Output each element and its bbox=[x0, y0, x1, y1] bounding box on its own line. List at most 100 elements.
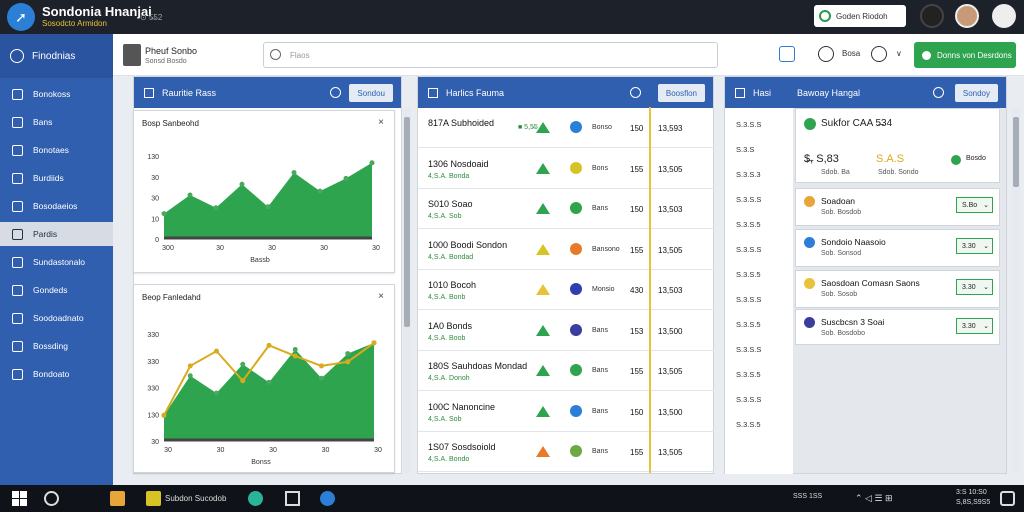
avatar-user[interactable] bbox=[955, 4, 979, 28]
y-tick-label: 30 bbox=[151, 175, 159, 182]
trend-icon bbox=[536, 203, 550, 214]
chevron-down-icon: ⌄ bbox=[983, 323, 989, 330]
sidebar-item[interactable]: Bosodaeios bbox=[0, 194, 113, 218]
table-row[interactable]: S010 Soao 4,S.A. Sob Bans 150 13,503 bbox=[418, 189, 714, 229]
list-item[interactable]: S.3.S bbox=[736, 145, 754, 154]
app-title: Sondonia Hnanjai bbox=[42, 4, 152, 19]
trend-icon bbox=[536, 162, 550, 174]
card-select[interactable]: 3.30 ⌄ bbox=[956, 318, 993, 334]
list-item[interactable]: S.3.S.5 bbox=[736, 270, 761, 279]
table-row[interactable]: 1010 Bocoh 4,S.A. Bonb Monsio 430 13,503 bbox=[418, 270, 714, 310]
document-icon[interactable] bbox=[285, 491, 300, 506]
sidebar-item[interactable]: Bonotaes bbox=[0, 138, 113, 162]
card-select[interactable]: S.Bo ⌄ bbox=[956, 197, 993, 213]
table-row[interactable]: 1A0 Bonds 4,S.A. Boob Bans 153 13,500 bbox=[418, 311, 714, 351]
list-item[interactable]: S.3.S.5 bbox=[736, 220, 761, 229]
chart-panel-button[interactable]: Sondou bbox=[349, 84, 393, 102]
card-select[interactable]: 3.30 ⌄ bbox=[956, 238, 993, 254]
search-input[interactable]: Flaos bbox=[263, 42, 718, 68]
x-axis-label: Bassb bbox=[250, 257, 270, 264]
table-row[interactable]: 1S07 Sosdsoiold 4,S.A. Bondo Bans 155 13,505 bbox=[418, 432, 714, 472]
sidebar-item[interactable]: Sundastonalo bbox=[0, 250, 113, 274]
sidebar-item[interactable]: Bonokoss bbox=[0, 82, 113, 106]
list-item[interactable]: S.3.S.5 bbox=[736, 420, 761, 429]
sidebar-item[interactable]: Bossding bbox=[0, 334, 113, 358]
y-tick-label: 330 bbox=[147, 332, 159, 339]
top-action-button[interactable]: Goden Riodoh bbox=[814, 5, 906, 27]
sidebar-item[interactable]: Soodoadnato bbox=[0, 306, 113, 330]
list-item[interactable]: S.3.S.5 bbox=[736, 320, 761, 329]
list-item[interactable]: S.3.S.S bbox=[736, 395, 761, 404]
settings-gear-icon[interactable] bbox=[992, 4, 1016, 28]
list-item[interactable]: S.3.S.S bbox=[736, 245, 761, 254]
clock-icon[interactable] bbox=[933, 87, 944, 98]
scrollbar-thumb[interactable] bbox=[404, 117, 410, 327]
status-icon bbox=[570, 242, 582, 255]
row-name: 1A0 Bonds bbox=[428, 320, 473, 331]
panel1-scrollbar[interactable] bbox=[403, 107, 411, 473]
clock-icon[interactable] bbox=[330, 87, 341, 98]
table-row[interactable]: 1000 Boodi Sondon 4,S.A. Bondad Bansono 155… bbox=[418, 230, 714, 270]
data-point bbox=[371, 340, 377, 346]
card-title: Saosdoan Comasn Saons bbox=[821, 278, 920, 288]
primary-action-button[interactable]: Donns von Desrdons bbox=[914, 42, 1016, 68]
globe-icon[interactable] bbox=[320, 491, 335, 506]
detail-card[interactable]: Sondoio Naasoio Sob. Sonsod 3.30 ⌄ bbox=[795, 229, 1000, 267]
chevron-down-icon[interactable]: ∨ bbox=[896, 49, 902, 58]
chart-2-svg: 330 330 330 130 30 30 30 30 30 30 Bonss bbox=[147, 332, 382, 466]
data-point bbox=[240, 361, 246, 367]
detail-card[interactable]: Soadoan Sob. Bosdob S.Bo ⌄ bbox=[795, 188, 1000, 226]
trend-icon bbox=[536, 122, 550, 133]
list-item[interactable]: S.3.S.5 bbox=[736, 370, 761, 379]
x-tick-label: 300 bbox=[162, 245, 174, 252]
sidebar-item[interactable]: Bans bbox=[0, 110, 113, 134]
detail-card[interactable]: Saosdoan Comasn Saons Sob. Sosob 3.30 ⌄ bbox=[795, 270, 1000, 308]
notification-icon[interactable] bbox=[1000, 491, 1015, 506]
start-icon[interactable] bbox=[12, 491, 27, 506]
list-item[interactable]: S.3.S.S bbox=[736, 345, 761, 354]
table-row[interactable]: 180S Sauhdoas Mondad 4,S.A. Donoh Bans 155 1… bbox=[418, 351, 714, 391]
table-row[interactable]: 1306 Nosdoaid 4,S.A. Bonda Bons 155 13,505 bbox=[418, 149, 714, 189]
tray-label: SSS 1SS bbox=[793, 493, 823, 500]
list-item[interactable]: S.3.S.S bbox=[736, 295, 761, 304]
data-point bbox=[266, 379, 272, 385]
item-icon bbox=[804, 196, 815, 207]
list-panel-header: Harlics Fauma Boosflon bbox=[418, 77, 713, 108]
sidebar-item-label: Bonokoss bbox=[33, 89, 71, 99]
list-item[interactable]: S.3.S.S bbox=[736, 195, 761, 204]
browser-icon[interactable] bbox=[248, 491, 263, 506]
table-row[interactable]: 817A Subhoided ■ 5,5̶5 Bonso 150 13,593 bbox=[418, 108, 714, 148]
detail-card[interactable]: Suscbcsn 3 Soai Sob. Bosdobo 3.30 ⌄ bbox=[795, 309, 1000, 345]
detail-panel-button[interactable]: Sondoy bbox=[954, 84, 998, 102]
sidebar-item[interactable]: Bondoato bbox=[0, 362, 113, 386]
sidebar-item[interactable]: Pardis bbox=[0, 222, 113, 246]
list-item[interactable]: S.3.S.3 bbox=[736, 170, 761, 179]
avatar-dark[interactable] bbox=[920, 4, 944, 28]
data-point bbox=[161, 412, 167, 418]
app-icon[interactable] bbox=[146, 491, 161, 506]
sidebar-item-label: Bondoato bbox=[33, 369, 70, 379]
table-row[interactable]: 100C Nanoncine 4,S.A. Sob Bans 150 13,500 bbox=[418, 392, 714, 432]
area-series bbox=[164, 162, 372, 238]
row-number: 155 bbox=[630, 245, 644, 255]
filter-icon[interactable] bbox=[871, 46, 887, 62]
taskbar-item-label[interactable]: Subdon Sucodob bbox=[165, 494, 226, 503]
row-name: 1010 Bocoh bbox=[428, 280, 477, 290]
scrollbar-thumb[interactable] bbox=[1013, 117, 1019, 187]
row-number: 155 bbox=[630, 367, 644, 376]
clock-icon[interactable] bbox=[818, 46, 834, 62]
chart-1-svg: 130 30 30 10 0300 30 30 30 30 Bassb bbox=[147, 154, 380, 264]
sidebar-item[interactable]: Gondeds bbox=[0, 278, 113, 302]
refresh-icon[interactable] bbox=[779, 46, 795, 62]
card-select[interactable]: 3.30 ⌄ bbox=[956, 279, 993, 295]
list-panel-button[interactable]: Boosflon bbox=[657, 84, 705, 102]
clock-icon[interactable] bbox=[630, 87, 641, 98]
sidebar-item[interactable]: Burdiids bbox=[0, 166, 113, 190]
sidebar-header[interactable]: Finodnias bbox=[0, 34, 113, 78]
folder-icon[interactable] bbox=[110, 491, 125, 506]
panel3-scrollbar[interactable] bbox=[1012, 107, 1020, 473]
tray-icons[interactable]: ⌃ ◁ ☰ ⊞ bbox=[855, 493, 893, 504]
list-item[interactable]: S.3.S.S bbox=[736, 120, 761, 129]
search-icon[interactable] bbox=[44, 491, 59, 506]
toolbar: Pheuf Sonbo Sonsd Bosdo Flaos Bosa ∨ Don… bbox=[113, 34, 1024, 76]
